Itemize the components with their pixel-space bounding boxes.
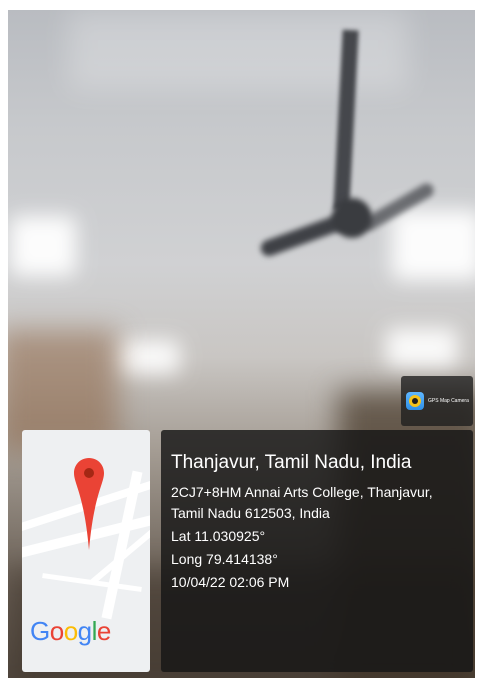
ceiling-light-left [10, 216, 76, 276]
longitude-text: Long 79.414138° [171, 551, 278, 567]
address-text: 2CJ7+8HM Annai Arts College, Thanjavur, … [171, 484, 433, 521]
ceiling-light-right-top [392, 210, 475, 280]
ceiling-light-center [118, 340, 180, 374]
google-logo: Google [30, 616, 111, 646]
fan-hub [332, 198, 372, 238]
latitude-text: Lat 11.030925° [171, 528, 266, 544]
place-title: Thanjavur, Tamil Nadu, India [171, 452, 412, 473]
datetime-text: 10/04/22 02:06 PM [171, 574, 290, 590]
gps-map-camera-icon [406, 392, 424, 410]
geotagged-photo: GPS Map Camera Google Thanjavur, Tamil N… [0, 0, 477, 687]
gps-map-camera-badge: GPS Map Camera [401, 376, 473, 426]
map-pin-icon [74, 458, 104, 550]
ceiling-light-right-mid [386, 328, 458, 368]
gps-map-camera-label: GPS Map Camera [428, 398, 469, 404]
location-info-panel: Thanjavur, Tamil Nadu, India 2CJ7+8HM An… [161, 430, 473, 672]
map-thumbnail: Google [22, 430, 150, 672]
map-road [42, 573, 142, 592]
